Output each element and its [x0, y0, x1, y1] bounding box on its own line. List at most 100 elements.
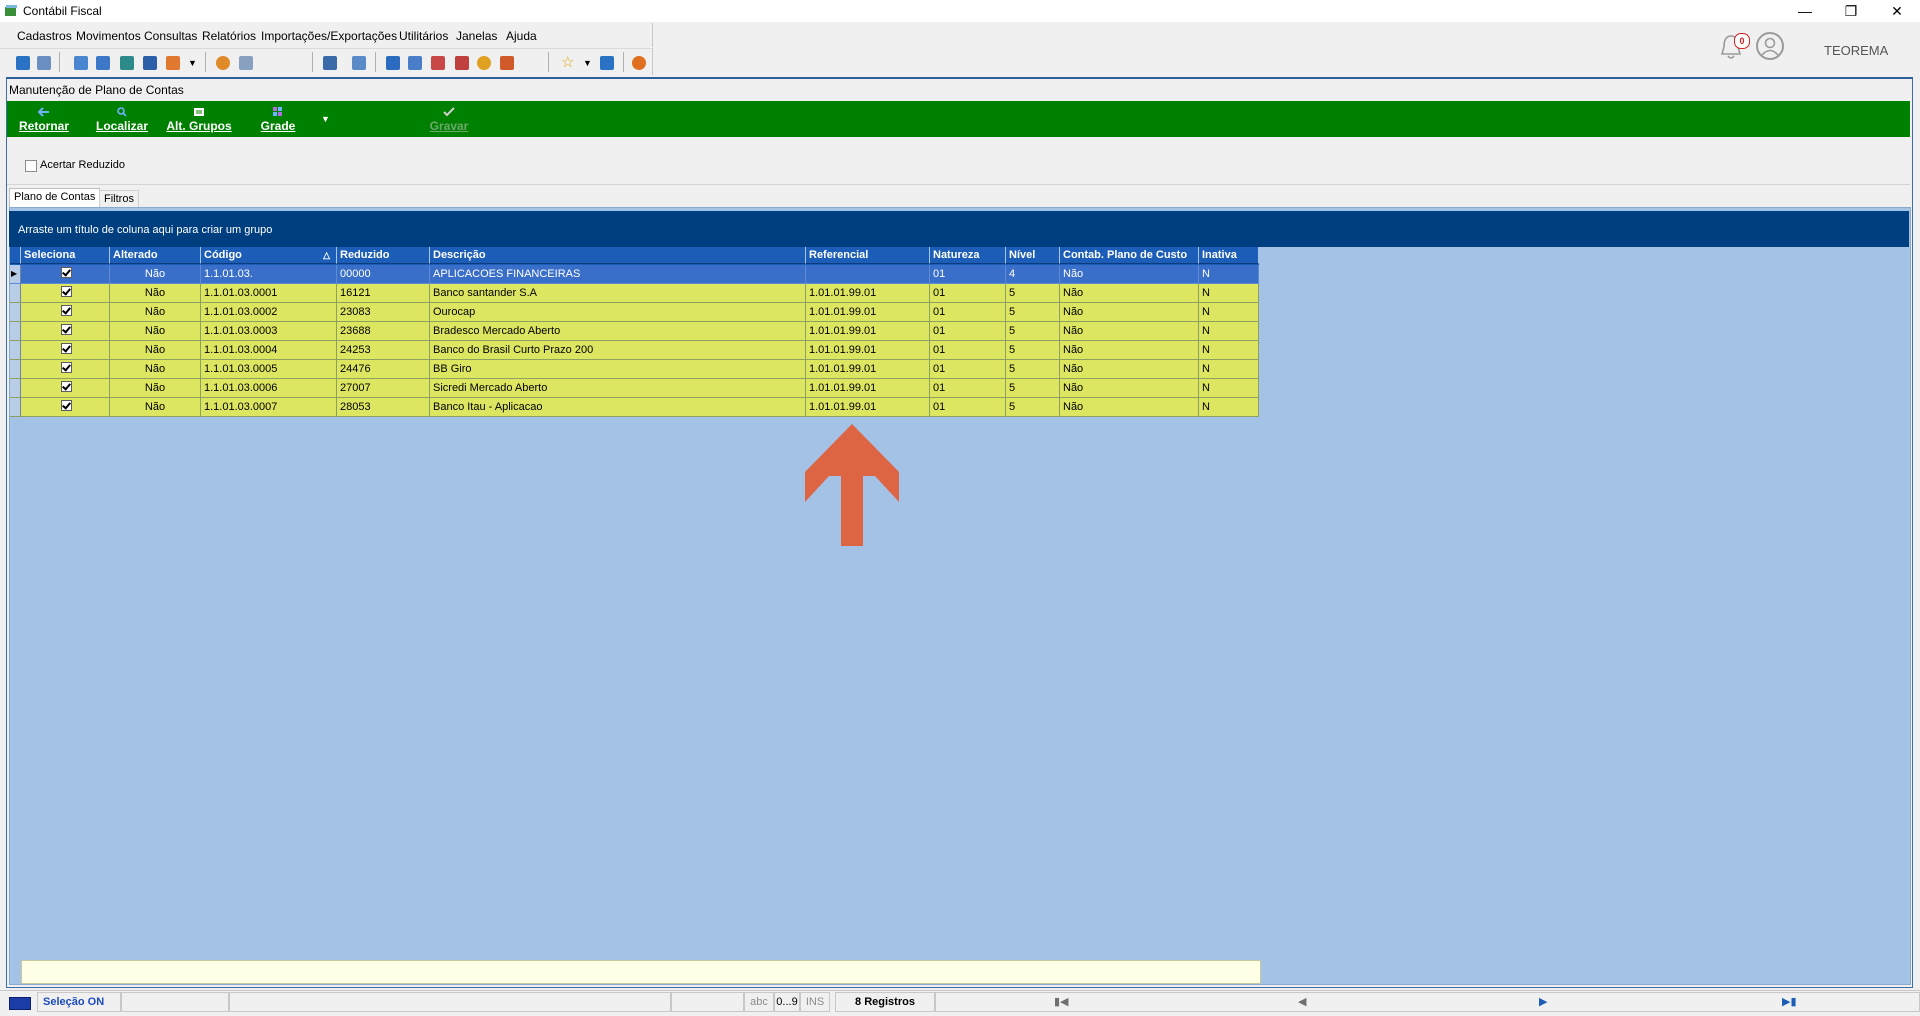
seleciona-checkbox[interactable] — [61, 267, 72, 278]
grade-button[interactable]: Grade — [256, 103, 300, 139]
header-natureza[interactable]: Natureza — [930, 247, 1006, 264]
cell-inativa[interactable]: N — [1199, 379, 1259, 398]
close-button[interactable]: ✕ — [1874, 0, 1920, 22]
power-icon[interactable] — [632, 56, 646, 70]
cell-seleciona[interactable] — [21, 379, 110, 398]
header-nivel[interactable]: Nível — [1006, 247, 1060, 264]
alt-grupos-button[interactable]: Alt. Grupos — [166, 103, 232, 139]
localizar-button[interactable]: Localizar — [92, 103, 152, 139]
cell-contab[interactable]: Não — [1060, 398, 1199, 417]
cell-codigo[interactable]: 1.1.01.03.0004 — [201, 341, 337, 360]
cell-nivel[interactable]: 4 — [1006, 265, 1060, 284]
cell-referencial[interactable]: 1.01.01.99.01 — [806, 360, 930, 379]
cell-nivel[interactable]: 5 — [1006, 303, 1060, 322]
header-alterado[interactable]: Alterado — [110, 247, 201, 264]
header-codigo[interactable]: Código △ — [201, 247, 337, 264]
menu-ajuda[interactable]: Ajuda — [506, 29, 537, 43]
retornar-button[interactable]: Retornar — [16, 103, 72, 139]
cell-natureza[interactable]: 01 — [930, 379, 1006, 398]
cell-referencial[interactable] — [806, 265, 930, 284]
cell-referencial[interactable]: 1.01.01.99.01 — [806, 284, 930, 303]
cell-alterado[interactable]: Não — [110, 284, 201, 303]
gravar-button[interactable]: Gravar — [424, 103, 474, 139]
cell-contab[interactable]: Não — [1060, 341, 1199, 360]
grid-icon[interactable] — [239, 56, 253, 70]
table-row[interactable]: Não 1.1.01.03.0001 16121 Banco santander S.… — [10, 284, 1259, 303]
chart-icon[interactable] — [455, 56, 469, 70]
cell-contab[interactable]: Não — [1060, 303, 1199, 322]
cell-natureza[interactable]: 01 — [930, 265, 1006, 284]
users-icon[interactable] — [37, 56, 51, 70]
cell-alterado[interactable]: Não — [110, 322, 201, 341]
tab-plano-de-contas[interactable]: Plano de Contas — [9, 188, 101, 207]
cell-descricao[interactable]: BB Giro — [430, 360, 806, 379]
last-record-icon[interactable]: ▶▮ — [1782, 995, 1797, 1008]
cell-descricao[interactable]: APLICACOES FINANCEIRAS — [430, 265, 806, 284]
cell-inativa[interactable]: N — [1199, 360, 1259, 379]
row-indicator[interactable] — [10, 379, 21, 398]
cell-referencial[interactable]: 1.01.01.99.01 — [806, 398, 930, 417]
cell-contab[interactable]: Não — [1060, 265, 1199, 284]
cell-nivel[interactable]: 5 — [1006, 398, 1060, 417]
bar-chart-icon[interactable] — [500, 56, 514, 70]
cell-descricao[interactable]: Banco do Brasil Curto Prazo 200 — [430, 341, 806, 360]
list-icon[interactable] — [74, 56, 88, 70]
menu-movimentos[interactable]: Movimentos — [76, 29, 141, 43]
cell-seleciona[interactable] — [21, 360, 110, 379]
header-inativa[interactable]: Inativa — [1199, 247, 1259, 264]
row-indicator[interactable]: ▶ — [10, 265, 21, 284]
menu-cadastros[interactable]: Cadastros — [17, 29, 72, 43]
seleciona-checkbox[interactable] — [61, 324, 72, 335]
menu-relatorios[interactable]: Relatórios — [202, 29, 256, 43]
cell-alterado[interactable]: Não — [110, 341, 201, 360]
cell-codigo[interactable]: 1.1.01.03.0002 — [201, 303, 337, 322]
cell-referencial[interactable]: 1.01.01.99.01 — [806, 303, 930, 322]
acertar-reduzido-checkbox[interactable] — [25, 160, 37, 172]
table-row[interactable]: Não 1.1.01.03.0003 23688 Bradesco Mercado A… — [10, 322, 1259, 341]
cell-codigo[interactable]: 1.1.01.03.0003 — [201, 322, 337, 341]
cell-nivel[interactable]: 5 — [1006, 341, 1060, 360]
info-icon[interactable] — [600, 56, 614, 70]
next-record-icon[interactable]: ▶ — [1539, 995, 1547, 1008]
cell-inativa[interactable]: N — [1199, 398, 1259, 417]
chevron-down-icon[interactable]: ▼ — [583, 58, 592, 68]
menu-utilitarios[interactable]: Utilitários — [399, 29, 448, 43]
header-seleciona[interactable]: Seleciona — [21, 247, 110, 264]
restore-button[interactable]: ❐ — [1828, 0, 1874, 22]
minimize-button[interactable]: — — [1782, 0, 1828, 22]
cell-seleciona[interactable] — [21, 303, 110, 322]
seleciona-checkbox[interactable] — [61, 381, 72, 392]
cell-natureza[interactable]: 01 — [930, 398, 1006, 417]
export-icon[interactable] — [323, 56, 337, 70]
table-row[interactable]: Não 1.1.01.03.0004 24253 Banco do Brasil Cu… — [10, 341, 1259, 360]
cell-reduzido[interactable]: 23083 — [337, 303, 430, 322]
report-icon[interactable] — [166, 56, 180, 70]
cell-alterado[interactable]: Não — [110, 360, 201, 379]
row-indicator[interactable] — [10, 360, 21, 379]
gear-icon[interactable] — [216, 56, 230, 70]
header-referencial[interactable]: Referencial — [806, 247, 930, 264]
header-descricao[interactable]: Descrição — [430, 247, 806, 264]
folder-icon[interactable] — [16, 56, 30, 70]
cell-descricao[interactable]: Sicredi Mercado Aberto — [430, 379, 806, 398]
table-row[interactable]: Não 1.1.01.03.0005 24476 BB Giro 1.01.01.99.… — [10, 360, 1259, 379]
cell-codigo[interactable]: 1.1.01.03.0006 — [201, 379, 337, 398]
cell-natureza[interactable]: 01 — [930, 303, 1006, 322]
cell-reduzido[interactable]: 16121 — [337, 284, 430, 303]
grade-chevron-down-icon[interactable]: ▼ — [321, 114, 330, 124]
menu-importacoes[interactable]: Importações/Exportações — [261, 29, 397, 43]
prev-record-icon[interactable]: ◀ — [1298, 995, 1306, 1008]
cell-inativa[interactable]: N — [1199, 284, 1259, 303]
cell-inativa[interactable]: N — [1199, 265, 1259, 284]
cell-natureza[interactable]: 01 — [930, 341, 1006, 360]
cell-codigo[interactable]: 1.1.01.03. — [201, 265, 337, 284]
table-icon[interactable] — [120, 56, 134, 70]
cell-referencial[interactable]: 1.01.01.99.01 — [806, 341, 930, 360]
tree-icon[interactable] — [96, 56, 110, 70]
cell-contab[interactable]: Não — [1060, 379, 1199, 398]
row-indicator[interactable] — [10, 398, 21, 417]
menu-janelas[interactable]: Janelas — [456, 29, 497, 43]
cell-natureza[interactable]: 01 — [930, 322, 1006, 341]
clock-icon[interactable] — [477, 56, 491, 70]
header-indicator[interactable] — [10, 247, 21, 264]
